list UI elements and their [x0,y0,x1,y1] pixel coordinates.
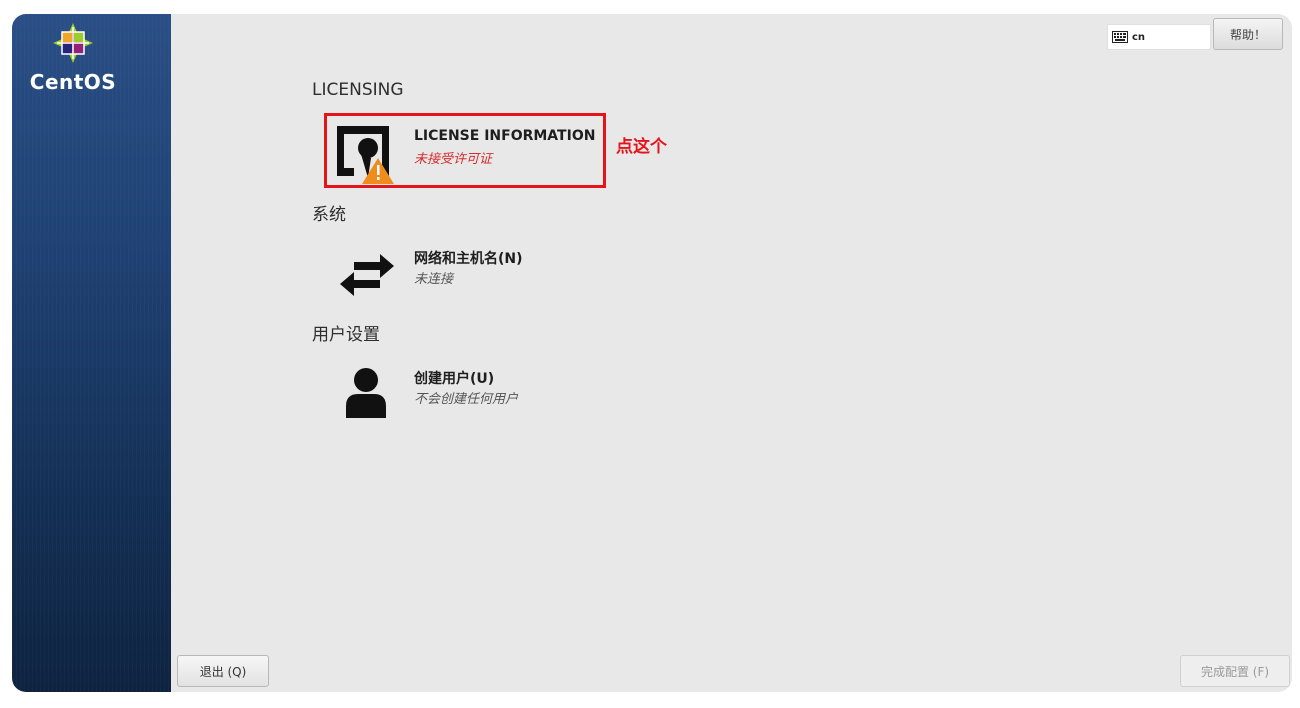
brand-name: CentOS [29,70,117,94]
keyboard-layout-indicator[interactable]: cn [1107,24,1211,50]
spoke-create-user[interactable]: 创建用户(U) 不会创建任何用户 [332,360,632,430]
spoke-title: 创建用户(U) [414,371,495,387]
quit-button[interactable]: 退出 (Q) [177,655,269,687]
centos-logo-icon [53,23,93,63]
spoke-status: 不会创建任何用户 [414,392,519,407]
section-title-licensing: LICENSING [312,80,404,100]
network-arrows-icon [340,254,394,296]
keyboard-icon [1112,31,1128,43]
annotation-highlight-box [324,113,606,188]
section-title-user-settings: 用户设置 [312,325,380,345]
user-icon [346,368,386,418]
section-title-system: 系统 [312,205,346,225]
sidebar: CentOS [12,14,171,692]
spoke-status: 未连接 [414,272,454,287]
annotation-label: 点这个 [616,137,667,157]
spoke-network-hostname[interactable]: 网络和主机名(N) 未连接 [332,240,632,310]
installer-window: CentOS cn 帮助！ LICENSING LICENSE INFORMAT… [12,14,1292,692]
help-button[interactable]: 帮助！ [1213,18,1283,50]
spoke-title: 网络和主机名(N) [414,251,523,267]
keyboard-layout-label: cn [1132,31,1146,43]
finish-configuration-button[interactable]: 完成配置 (F) [1180,655,1290,687]
